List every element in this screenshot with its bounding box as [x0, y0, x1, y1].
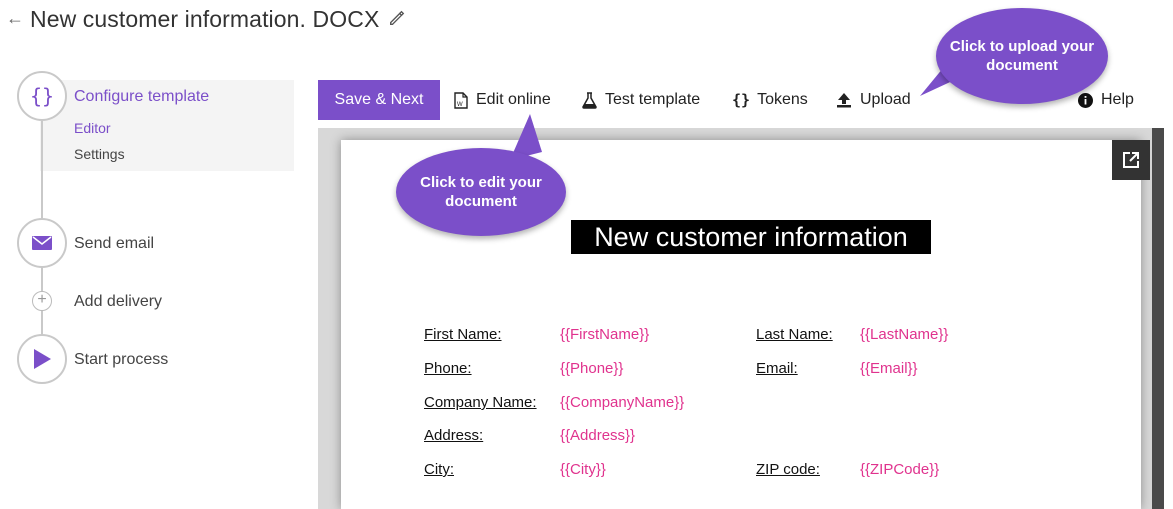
field-token: {{CompanyName}} [560, 394, 685, 411]
upload-button[interactable]: Upload [836, 89, 911, 111]
edit-online-label: Edit online [476, 91, 551, 108]
word-document-icon: W [454, 91, 468, 109]
field-token: {{City}} [560, 461, 606, 478]
edit-online-button[interactable]: W Edit online [454, 89, 551, 111]
upload-icon [837, 93, 851, 108]
step-start-process[interactable]: Start process [74, 351, 168, 369]
upload-callout: Click to upload your document [936, 8, 1108, 104]
field-label: Email: [756, 360, 798, 377]
configure-step-circle[interactable]: {} [17, 71, 67, 121]
play-icon [34, 349, 51, 369]
svg-text:W: W [457, 102, 463, 108]
start-process-step-circle[interactable] [17, 334, 67, 384]
open-external-icon [1123, 152, 1139, 168]
page-title: New customer information. DOCX [30, 6, 380, 32]
flask-icon [582, 91, 597, 109]
field-token: {{Email}} [860, 360, 918, 377]
envelope-icon [32, 236, 52, 250]
field-label: Phone: [424, 360, 472, 377]
back-arrow-icon[interactable]: ← [6, 8, 24, 29]
preview-scrollbar[interactable] [1152, 128, 1164, 509]
braces-icon: {} [732, 91, 751, 109]
help-button[interactable]: Help [1078, 89, 1134, 111]
step-add-delivery[interactable]: Add delivery [74, 293, 162, 311]
field-label: Last Name: [756, 326, 833, 343]
subitem-settings[interactable]: Settings [74, 146, 125, 162]
info-icon [1078, 92, 1093, 108]
open-external-button[interactable] [1112, 140, 1150, 180]
field-token: {{LastName}} [860, 326, 949, 343]
field-token: {{FirstName}} [560, 326, 650, 343]
tokens-label: Tokens [757, 91, 808, 108]
field-token: {{Phone}} [560, 360, 624, 377]
step-connector [41, 120, 43, 220]
step-configure-template[interactable]: Configure template [74, 88, 209, 106]
plus-icon[interactable]: + [32, 291, 52, 311]
field-label: ZIP code: [756, 461, 820, 478]
help-label: Help [1101, 91, 1134, 108]
save-next-button[interactable]: Save & Next [318, 80, 440, 120]
field-label: First Name: [424, 326, 502, 343]
step-send-email[interactable]: Send email [74, 235, 154, 253]
tokens-button[interactable]: {} Tokens [732, 89, 808, 111]
field-label: Address: [424, 427, 484, 444]
field-label: City: [424, 461, 454, 478]
braces-icon: {} [29, 84, 55, 108]
subitem-editor[interactable]: Editor [74, 120, 111, 136]
send-email-step-circle[interactable] [17, 218, 67, 268]
field-token: {{ZIPCode}} [860, 461, 940, 478]
upload-label: Upload [860, 91, 911, 108]
edit-callout: Click to edit your document [396, 148, 566, 236]
field-label: Company Name: [424, 394, 537, 411]
pencil-icon[interactable] [388, 9, 406, 27]
document-title: New customer information [571, 220, 931, 254]
test-template-label: Test template [605, 91, 701, 108]
field-token: {{Address}} [560, 427, 636, 444]
test-template-button[interactable]: Test template [582, 89, 700, 111]
